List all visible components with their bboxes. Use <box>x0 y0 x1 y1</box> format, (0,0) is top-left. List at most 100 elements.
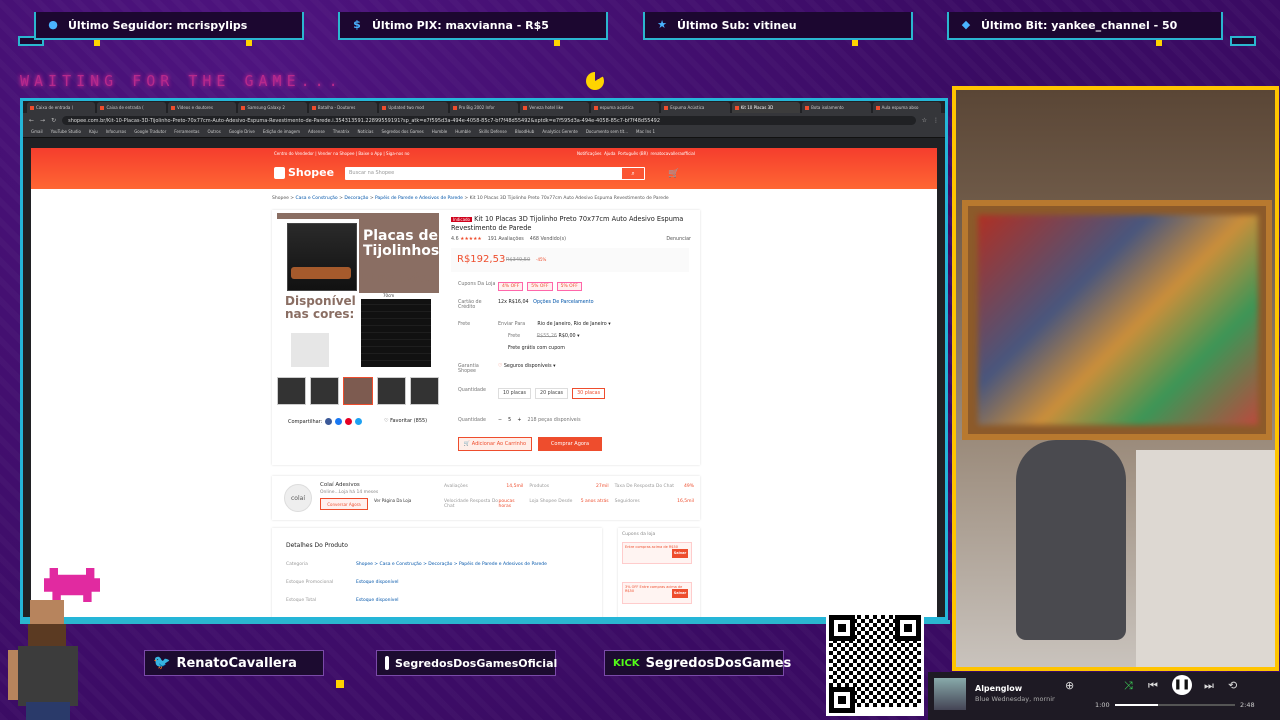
link-app[interactable]: Baixe o App <box>358 151 382 156</box>
browser-tab[interactable]: Bota isolamento <box>802 102 871 113</box>
bookmark-item[interactable]: Infocursos <box>106 129 127 135</box>
previous-icon[interactable]: ⏮ <box>1148 679 1158 693</box>
link-notifications[interactable]: Notificações <box>577 151 601 156</box>
browser-tab[interactable]: Pro Big 2002 Infor <box>449 102 519 113</box>
menu-icon[interactable]: ⋮ <box>933 117 939 124</box>
search-button[interactable]: ⌕ <box>622 167 645 180</box>
thumbnail-video[interactable] <box>277 377 307 405</box>
forward-icon[interactable]: → <box>40 117 45 124</box>
add-icon[interactable]: ⊕ <box>1065 679 1074 692</box>
browser-tab[interactable]: Vídeos e doutores <box>167 102 237 113</box>
link-sell[interactable]: Vender na Shopee <box>318 151 355 156</box>
plus-button[interactable]: + <box>517 418 521 423</box>
buy-now-button[interactable]: Comprar Agora <box>538 437 602 451</box>
ship-to-select[interactable]: Rio de Janeiro, Rio de Janeiro <box>537 322 606 327</box>
browser-tab[interactable]: Aula espuma abso <box>872 102 942 113</box>
breadcrumb-item[interactable]: Shopee <box>272 196 289 201</box>
facebook-icon[interactable] <box>335 418 343 425</box>
bookmark-item[interactable]: Notícias <box>357 129 373 135</box>
messenger-icon[interactable] <box>325 418 333 425</box>
bookmark-item[interactable]: Analytics Gerente <box>542 129 578 135</box>
search-input[interactable]: Buscar na Shopee <box>345 167 645 180</box>
star-bookmark-icon[interactable]: ☆ <box>922 117 927 124</box>
coupon-chip[interactable]: 5% OFF <box>556 282 582 291</box>
pause-icon[interactable]: ❚❚ <box>1172 675 1192 695</box>
url-field[interactable]: shopee.com.br/Kit-10-Placas-3D-Tijolinho… <box>62 115 916 125</box>
thumbnail-selected[interactable] <box>343 377 373 405</box>
link-language[interactable]: Português (BR) <box>618 151 648 156</box>
quantity-stepper: − 5 + 218 peças disponíveis <box>498 418 581 423</box>
repeat-icon[interactable]: ⟲ <box>1228 679 1237 692</box>
minus-button[interactable]: − <box>498 418 502 423</box>
bookmark-item[interactable]: Humble <box>432 129 448 135</box>
bookmark-item[interactable]: Humble <box>455 129 471 135</box>
browser-tab[interactable]: Samsung Galaxy 2 <box>238 102 307 113</box>
bookmark-item[interactable]: YouTube Studio <box>51 129 81 135</box>
top-right-links: Notificações Ajuda Português (BR) renato… <box>577 151 695 156</box>
browser-tab[interactable]: Caixa de entrada ( <box>27 102 96 113</box>
seller-avatar[interactable]: colaí <box>284 484 312 512</box>
bookmark-item[interactable]: Skills Defense <box>479 129 507 135</box>
pinterest-icon[interactable] <box>345 418 353 425</box>
browser-tab[interactable]: Batalha - Doutores <box>308 102 378 113</box>
browser-tab[interactable]: espuma acústica <box>590 102 660 113</box>
bookmark-item[interactable]: Theatrix <box>333 129 350 135</box>
option-20-placas[interactable]: 20 placas <box>535 388 569 399</box>
report-link[interactable]: Denunciar <box>666 237 691 242</box>
browser-tab[interactable]: Kit 10 Placas 3D <box>731 102 801 113</box>
back-icon[interactable]: ← <box>29 117 34 124</box>
browser-tab[interactable]: Updated two mod <box>379 102 448 113</box>
browser-tab[interactable]: Espuma Acústica <box>661 102 730 113</box>
link-seller-center[interactable]: Centro do Vendedor <box>274 151 314 156</box>
coupon-chip[interactable]: 5% OFF <box>527 282 553 291</box>
quantity-input[interactable]: 5 <box>508 418 511 423</box>
bookmark-item[interactable]: Ferramentas <box>174 129 199 135</box>
safe-value[interactable]: ♡ Seguros disponíveis ▾ <box>498 364 556 369</box>
browser-tab[interactable]: Caixa de entrada ( <box>97 102 166 113</box>
bookmark-item[interactable]: Google Drive <box>229 129 255 135</box>
image-text: Tijolinhos <box>363 243 439 259</box>
breadcrumb-item[interactable]: Papéis de Parede e Adesivos de Parede <box>375 196 463 201</box>
shopee-logo[interactable]: Shopee <box>274 166 334 179</box>
option-30-placas[interactable]: 30 placas <box>572 388 606 399</box>
coupon-chip[interactable]: 4% OFF <box>498 282 524 291</box>
search-icon: ⌕ <box>622 168 644 179</box>
browser-tab[interactable]: Veneza hotel like <box>520 102 589 113</box>
bookmark-item[interactable]: Adsense <box>308 129 325 135</box>
chat-now-button[interactable]: Conversar Agora <box>320 498 368 510</box>
link-follow[interactable]: Siga-nos no <box>386 151 409 156</box>
progress-bar[interactable] <box>1115 704 1235 706</box>
next-icon[interactable]: ⏭ <box>1204 679 1214 693</box>
breadcrumb-item[interactable]: Casa e Construção <box>296 196 338 201</box>
thumbnail[interactable] <box>376 377 406 405</box>
thumbnail[interactable] <box>310 377 340 405</box>
coupon-save-button[interactable]: Salvar <box>672 549 688 558</box>
product-main-image[interactable]: Placas de Tijolinhos Dimensões Disponível… <box>277 213 439 369</box>
bookmark-item[interactable]: Kaju <box>89 129 98 135</box>
installments-link[interactable]: Opções De Parcelamento <box>533 300 593 305</box>
add-to-cart-button[interactable]: 🛒 Adicionar Ao Carrinho <box>458 437 532 451</box>
bookmark-item[interactable]: Documento sem tít... <box>586 129 628 135</box>
reviews-count[interactable]: 191 Avaliações <box>488 237 524 242</box>
thumbnail[interactable] <box>409 377 440 405</box>
bookmark-item[interactable]: BloodHub <box>515 129 534 135</box>
bookmark-item[interactable]: Outros <box>207 129 220 135</box>
link-account[interactable]: renatocavalleraofficial <box>651 151 695 156</box>
reload-icon[interactable]: ↻ <box>51 117 56 124</box>
ship-cost-value[interactable]: R$0,00 <box>559 334 576 339</box>
link-help[interactable]: Ajuda <box>604 151 615 156</box>
favorite-button[interactable]: ♡ Favoritar (855) <box>384 418 427 424</box>
breadcrumb-item[interactable]: Decoração <box>344 196 368 201</box>
view-shop-button[interactable]: Ver Página Da Loja <box>374 498 414 503</box>
coupon-save-button[interactable]: Salvar <box>672 589 688 598</box>
option-10-placas[interactable]: 10 placas <box>498 388 532 399</box>
shuffle-icon[interactable]: ⤨ <box>1124 679 1133 693</box>
bookmark-item[interactable]: Segredos dos Games <box>381 129 423 135</box>
cart-icon[interactable]: 🛒 <box>668 169 679 179</box>
bookmark-item[interactable]: Edição de imagem <box>263 129 300 135</box>
bookmark-item[interactable]: Mac Ins 1 <box>636 129 655 135</box>
bookmark-item[interactable]: Google Tradutor <box>134 129 166 135</box>
twitter-label: RenatoCavallera <box>176 655 297 671</box>
twitter-share-icon[interactable] <box>355 418 363 425</box>
bookmark-item[interactable]: Gmail <box>31 129 43 135</box>
